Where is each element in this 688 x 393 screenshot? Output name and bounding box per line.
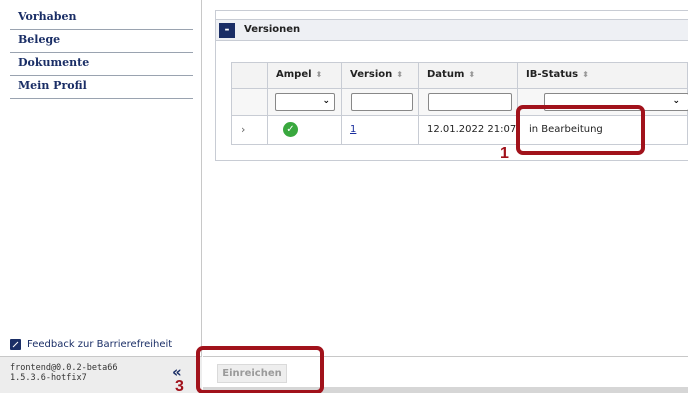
main-content: - Versionen	[203, 0, 688, 393]
collapse-sidebar-icon[interactable]: «	[172, 365, 182, 380]
sidebar-item-dokumente[interactable]: Dokumente	[10, 54, 193, 76]
column-header-expand	[231, 62, 268, 89]
feedback-link[interactable]: Feedback zur Barrierefreiheit	[10, 337, 172, 351]
column-label: Datum	[427, 69, 465, 80]
backend-version: 1.5.3.6-hotfix7	[10, 373, 87, 383]
datum-filter-input[interactable]	[428, 93, 512, 111]
sidebar-item-belege[interactable]: Belege	[10, 31, 193, 53]
sidebar-item-mein-profil[interactable]: Mein Profil	[10, 77, 193, 99]
panel-title: Versionen	[244, 24, 301, 35]
annotation-number-1: 1	[500, 145, 509, 162]
filter-cell-datum	[418, 88, 518, 116]
check-circle-icon: ✓	[283, 122, 298, 137]
sort-icon: ⬍	[315, 70, 323, 79]
sort-icon: ⬍	[582, 70, 589, 79]
annotation-box-1	[516, 105, 645, 155]
column-label: Version	[350, 69, 393, 80]
column-header-ib-status[interactable]: IB-Status ⬍	[517, 62, 688, 89]
column-header-ampel[interactable]: Ampel ⬍	[267, 62, 342, 89]
table-cell-version: 1	[341, 115, 419, 145]
sidebar-item-vorhaben[interactable]: Vorhaben	[10, 8, 193, 30]
column-header-version[interactable]: Version ⬍	[341, 62, 419, 89]
chevron-down-icon: ⌄	[672, 96, 680, 106]
sort-icon: ⬍	[468, 70, 476, 79]
annotation-box-3	[196, 346, 324, 393]
annotation-number-3: 3	[175, 378, 184, 393]
column-header-datum[interactable]: Datum ⬍	[418, 62, 518, 89]
feedback-label: Feedback zur Barrierefreiheit	[27, 338, 173, 350]
table-cell-datum: 12.01.2022 21:07	[418, 115, 518, 145]
filter-cell-ampel: ⌄	[267, 88, 342, 116]
sort-icon: ⬍	[396, 70, 403, 79]
table-cell-ampel: ✓	[267, 115, 342, 145]
row-expand-icon[interactable]: ›	[231, 115, 268, 145]
filter-cell-version	[341, 88, 419, 116]
sidebar: Vorhaben Belege Dokumente Mein Profil Fe…	[0, 0, 202, 393]
version-filter-input[interactable]	[351, 93, 413, 111]
chevron-down-icon: ⌄	[322, 96, 330, 106]
version-link[interactable]: 1	[350, 124, 356, 135]
panel-header-versionen: - Versionen	[215, 19, 688, 41]
ampel-filter-select[interactable]: ⌄	[275, 93, 335, 111]
frontend-version: frontend@0.0.2-beta66	[10, 363, 118, 373]
column-label: IB-Status	[526, 69, 579, 80]
filter-cell-expand	[231, 88, 268, 116]
edit-icon	[10, 338, 21, 350]
column-label: Ampel	[276, 69, 312, 80]
panel-frame-top	[215, 10, 688, 19]
collapse-panel-button[interactable]: -	[219, 23, 235, 38]
